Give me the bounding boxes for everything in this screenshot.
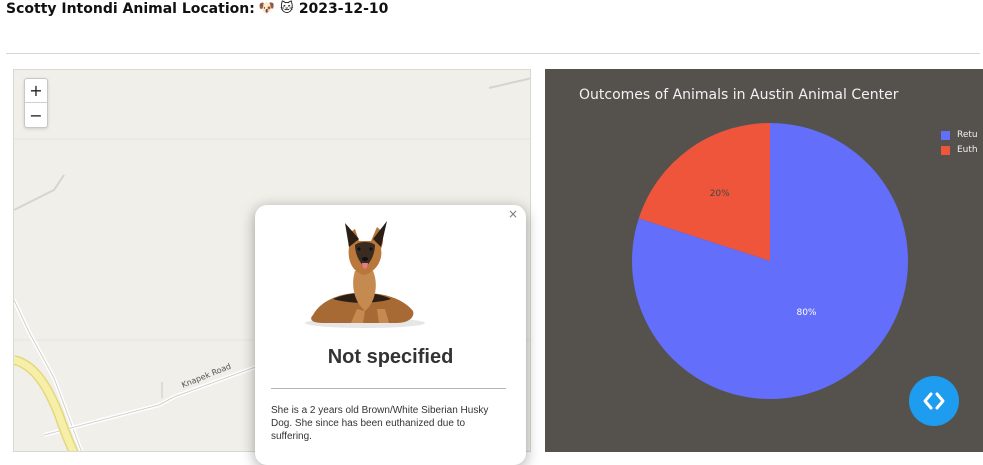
popup-divider	[271, 388, 506, 389]
popup-description: She is a 2 years old Brown/White Siberia…	[271, 405, 489, 442]
map-popup: × Not specified She is a 2 years old Bro…	[255, 205, 526, 465]
legend-swatch-returned	[941, 130, 950, 140]
popup-close-button[interactable]: ×	[506, 207, 520, 221]
zoom-control: + −	[24, 78, 48, 128]
page-title: Scotty Intondi Animal Location:	[6, 1, 255, 17]
code-brackets-icon	[923, 392, 945, 410]
zoom-out-button[interactable]: −	[25, 103, 47, 127]
dog-photo-icon	[305, 221, 425, 328]
legend-label-euthanized: Euth	[957, 145, 978, 155]
legend-swatch-euthanized	[941, 145, 950, 155]
zoom-in-button[interactable]: +	[25, 79, 47, 103]
legend-label-returned: Retu	[957, 130, 978, 140]
header-divider	[6, 53, 980, 54]
code-nav-button[interactable]	[909, 376, 959, 426]
page-header: Scotty Intondi Animal Location: 🐶 🐱 2023…	[6, 0, 388, 18]
popup-title: Not specified	[327, 346, 454, 368]
outcomes-chart-panel: Outcomes of Animals in Austin Animal Cen…	[545, 69, 983, 452]
dog-face-icon: 🐶	[258, 1, 275, 16]
pie-label-euthanized: 20%	[710, 189, 730, 199]
legend-item-euthanized[interactable]: Euth	[941, 145, 978, 155]
legend-item-returned[interactable]: Retu	[941, 130, 978, 140]
page-date: 2023-12-10	[298, 1, 389, 17]
pie-label-returned: 80%	[796, 308, 816, 318]
cat-face-icon: 🐱	[280, 1, 294, 16]
